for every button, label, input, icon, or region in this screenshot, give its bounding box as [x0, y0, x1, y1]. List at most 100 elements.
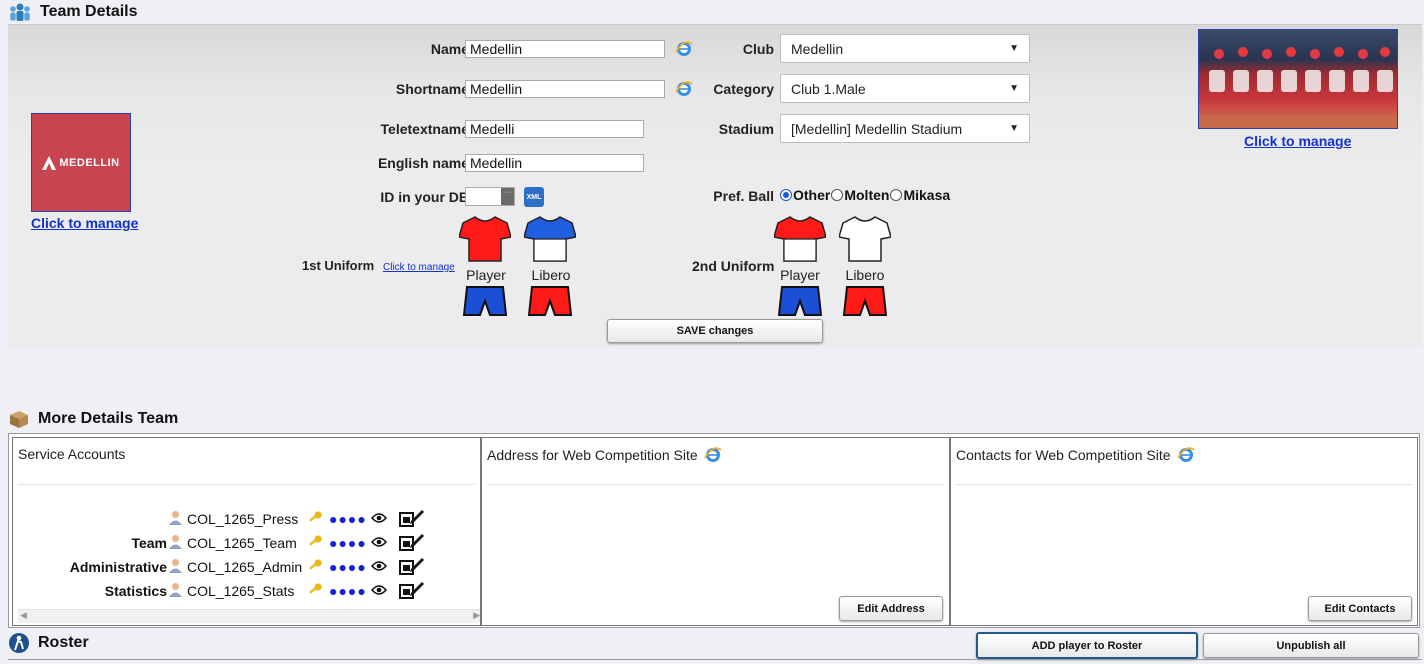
ball-option-other: Other — [793, 187, 831, 203]
ball-option-molten: Molten — [844, 187, 890, 203]
u2-player-label: Player — [780, 267, 820, 283]
club-select[interactable]: Medellin ▼ — [780, 34, 1030, 63]
horizontal-scrollbar[interactable]: ◀ ▶ — [18, 609, 480, 623]
u1-player-label: Player — [466, 267, 506, 283]
club-value: Medellin — [791, 40, 844, 57]
logo-manage-link[interactable]: Click to manage — [31, 215, 138, 231]
save-changes-button[interactable]: SAVE changes — [607, 319, 823, 343]
ball-radio-molten[interactable] — [831, 189, 844, 201]
u2-libero-shorts-icon[interactable] — [843, 285, 887, 317]
address-title: Address for Web Competition Site — [487, 446, 722, 464]
account-username: COL_1265_Team — [187, 535, 297, 551]
divider — [487, 484, 944, 485]
eye-icon[interactable] — [371, 559, 387, 575]
more-details-title: More Details Team — [8, 408, 178, 430]
eye-icon[interactable] — [371, 511, 387, 527]
name-label: Name — [430, 41, 469, 57]
web-ie-icon[interactable] — [675, 40, 693, 63]
team-photo-figures — [1199, 47, 1397, 128]
uniform2-label: 2nd Uniform — [692, 258, 775, 274]
web-ie-icon[interactable] — [1176, 446, 1195, 464]
edit-icon[interactable] — [399, 580, 425, 603]
photo-manage-link[interactable]: Click to manage — [1244, 133, 1351, 149]
english-name-input[interactable] — [465, 154, 644, 172]
logo-text: MEDELLIN — [59, 156, 120, 169]
divider — [956, 484, 1412, 485]
box-icon — [8, 409, 30, 429]
edit-icon[interactable] — [399, 532, 425, 555]
stadium-select[interactable]: [Medellin] Medellin Stadium ▼ — [780, 114, 1030, 143]
contacts-title-text: Contacts for Web Competition Site — [956, 447, 1171, 463]
u2-player-shorts-icon[interactable] — [778, 285, 822, 317]
shortname-input[interactable] — [465, 80, 665, 98]
stadium-value: [Medellin] Medellin Stadium — [791, 120, 963, 137]
u1-player-shorts-icon[interactable] — [463, 285, 507, 317]
web-ie-icon[interactable] — [675, 80, 693, 103]
logo-mark-icon — [42, 155, 57, 170]
category-label: Category — [713, 81, 774, 97]
name-input[interactable] — [465, 40, 665, 58]
stadium-label: Stadium — [718, 121, 774, 137]
contacts-title: Contacts for Web Competition Site — [956, 446, 1195, 464]
key-icon[interactable] — [307, 582, 323, 601]
id-db-spinner[interactable]: ··· — [501, 188, 514, 205]
club-label: Club — [742, 41, 774, 57]
service-accounts-title: Service Accounts — [18, 446, 126, 462]
ball-radio-mikasa[interactable] — [890, 189, 903, 201]
scroll-right-icon[interactable]: ▶ — [473, 610, 480, 621]
category-select[interactable]: Club 1.Male ▼ — [780, 74, 1030, 103]
account-row: Team COL_1265_Team ●●●● — [16, 532, 425, 554]
u1-player-shirt-icon[interactable] — [459, 215, 511, 263]
web-ie-icon[interactable] — [703, 446, 722, 464]
user-icon — [167, 509, 184, 529]
edit-address-button[interactable]: Edit Address — [839, 596, 943, 621]
pref-ball-radios: Other Molten Mikasa — [780, 187, 950, 203]
user-icon — [167, 557, 184, 577]
unpublish-all-button[interactable]: Unpublish all — [1203, 633, 1419, 658]
teletext-input[interactable] — [465, 120, 644, 138]
u1-libero-shorts-icon[interactable] — [528, 285, 572, 317]
xml-button[interactable]: XML — [524, 187, 544, 207]
edit-icon[interactable] — [399, 556, 425, 579]
chevron-down-icon: ▼ — [1009, 43, 1019, 54]
roster-title: Roster — [8, 632, 89, 654]
team-photo[interactable] — [1198, 29, 1398, 129]
chevron-down-icon: ▼ — [1009, 123, 1019, 134]
key-icon[interactable] — [307, 510, 323, 529]
account-label: Team — [131, 535, 167, 551]
add-player-button[interactable]: ADD player to Roster — [976, 632, 1198, 659]
edit-icon[interactable] — [399, 508, 425, 531]
team-logo[interactable]: MEDELLIN — [31, 113, 131, 212]
u2-libero-shirt-icon[interactable] — [839, 215, 891, 263]
team-details-title: Team Details — [8, 1, 138, 23]
user-icon — [167, 581, 184, 601]
edit-contacts-button[interactable]: Edit Contacts — [1308, 596, 1412, 621]
u1-libero-shirt-icon[interactable] — [524, 215, 576, 263]
uniform1-manage-link[interactable]: Click to manage — [383, 262, 455, 273]
scroll-left-icon[interactable]: ◀ — [20, 610, 27, 621]
u2-player-shirt-icon[interactable] — [774, 215, 826, 263]
u2-libero-label: Libero — [845, 267, 885, 283]
xml-label: XML — [526, 193, 542, 201]
ball-radio-other[interactable] — [780, 189, 792, 201]
team-people-icon — [8, 2, 32, 22]
password-mask: ●●●● — [329, 511, 367, 527]
service-accounts-column: Service Accounts COL_1265_Press ●●●● Tea… — [12, 437, 481, 626]
key-icon[interactable] — [307, 558, 323, 577]
account-username: COL_1265_Stats — [187, 583, 295, 599]
password-mask: ●●●● — [329, 583, 367, 599]
address-title-text: Address for Web Competition Site — [487, 447, 698, 463]
account-row: COL_1265_Press ●●●● — [16, 508, 425, 530]
user-icon — [167, 533, 184, 553]
eye-icon[interactable] — [371, 535, 387, 551]
account-username: COL_1265_Admin — [187, 559, 303, 575]
password-mask: ●●●● — [329, 559, 367, 575]
account-username: COL_1265_Press — [187, 511, 299, 527]
eye-icon[interactable] — [371, 583, 387, 599]
team-details-title-text: Team Details — [40, 3, 138, 20]
more-details-title-text: More Details Team — [38, 410, 179, 427]
id-db-value — [466, 189, 469, 204]
category-value: Club 1.Male — [791, 80, 866, 97]
id-db-input[interactable]: ··· — [465, 187, 515, 206]
key-icon[interactable] — [307, 534, 323, 553]
